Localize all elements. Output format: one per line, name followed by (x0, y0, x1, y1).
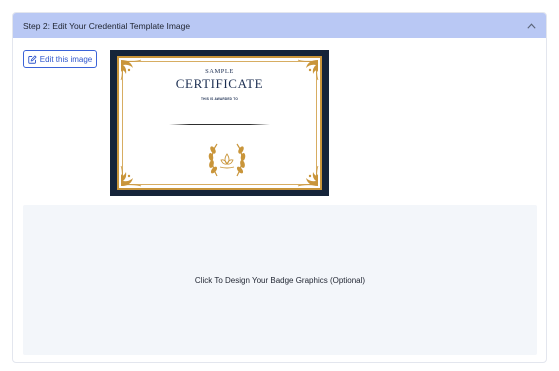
panel-title: Step 2: Edit Your Credential Template Im… (23, 20, 191, 31)
step-2-header[interactable]: Step 2: Edit Your Credential Template Im… (13, 13, 546, 38)
step-2-panel: Step 2: Edit Your Credential Template Im… (12, 12, 547, 363)
certificate-title: CERTIFICATE (175, 76, 264, 91)
design-badge-label: Click To Design Your Badge Graphics (Opt… (194, 275, 366, 285)
certificate-awarded-text: THIS IS AWARDED TO (200, 97, 239, 101)
laurel-wreath-icon (208, 143, 246, 177)
corner-ornament-icon (120, 165, 142, 187)
certificate-sample-text: SAMPLE (205, 68, 234, 75)
edit-icon (28, 54, 37, 64)
edit-image-button[interactable]: Edit this image (23, 50, 97, 68)
design-badge-area[interactable]: Click To Design Your Badge Graphics (Opt… (23, 205, 537, 355)
certificate-body: SAMPLE CERTIFICATE THIS IS AWARDED TO (117, 56, 322, 190)
credential-template-image[interactable]: SAMPLE CERTIFICATE THIS IS AWARDED TO (110, 50, 329, 196)
certificate-name-line (169, 124, 270, 125)
edit-button-label: Edit this image (39, 54, 93, 64)
collapse-button[interactable] (524, 19, 538, 33)
corner-ornament-icon (297, 165, 319, 187)
chevron-up-icon (526, 23, 536, 29)
